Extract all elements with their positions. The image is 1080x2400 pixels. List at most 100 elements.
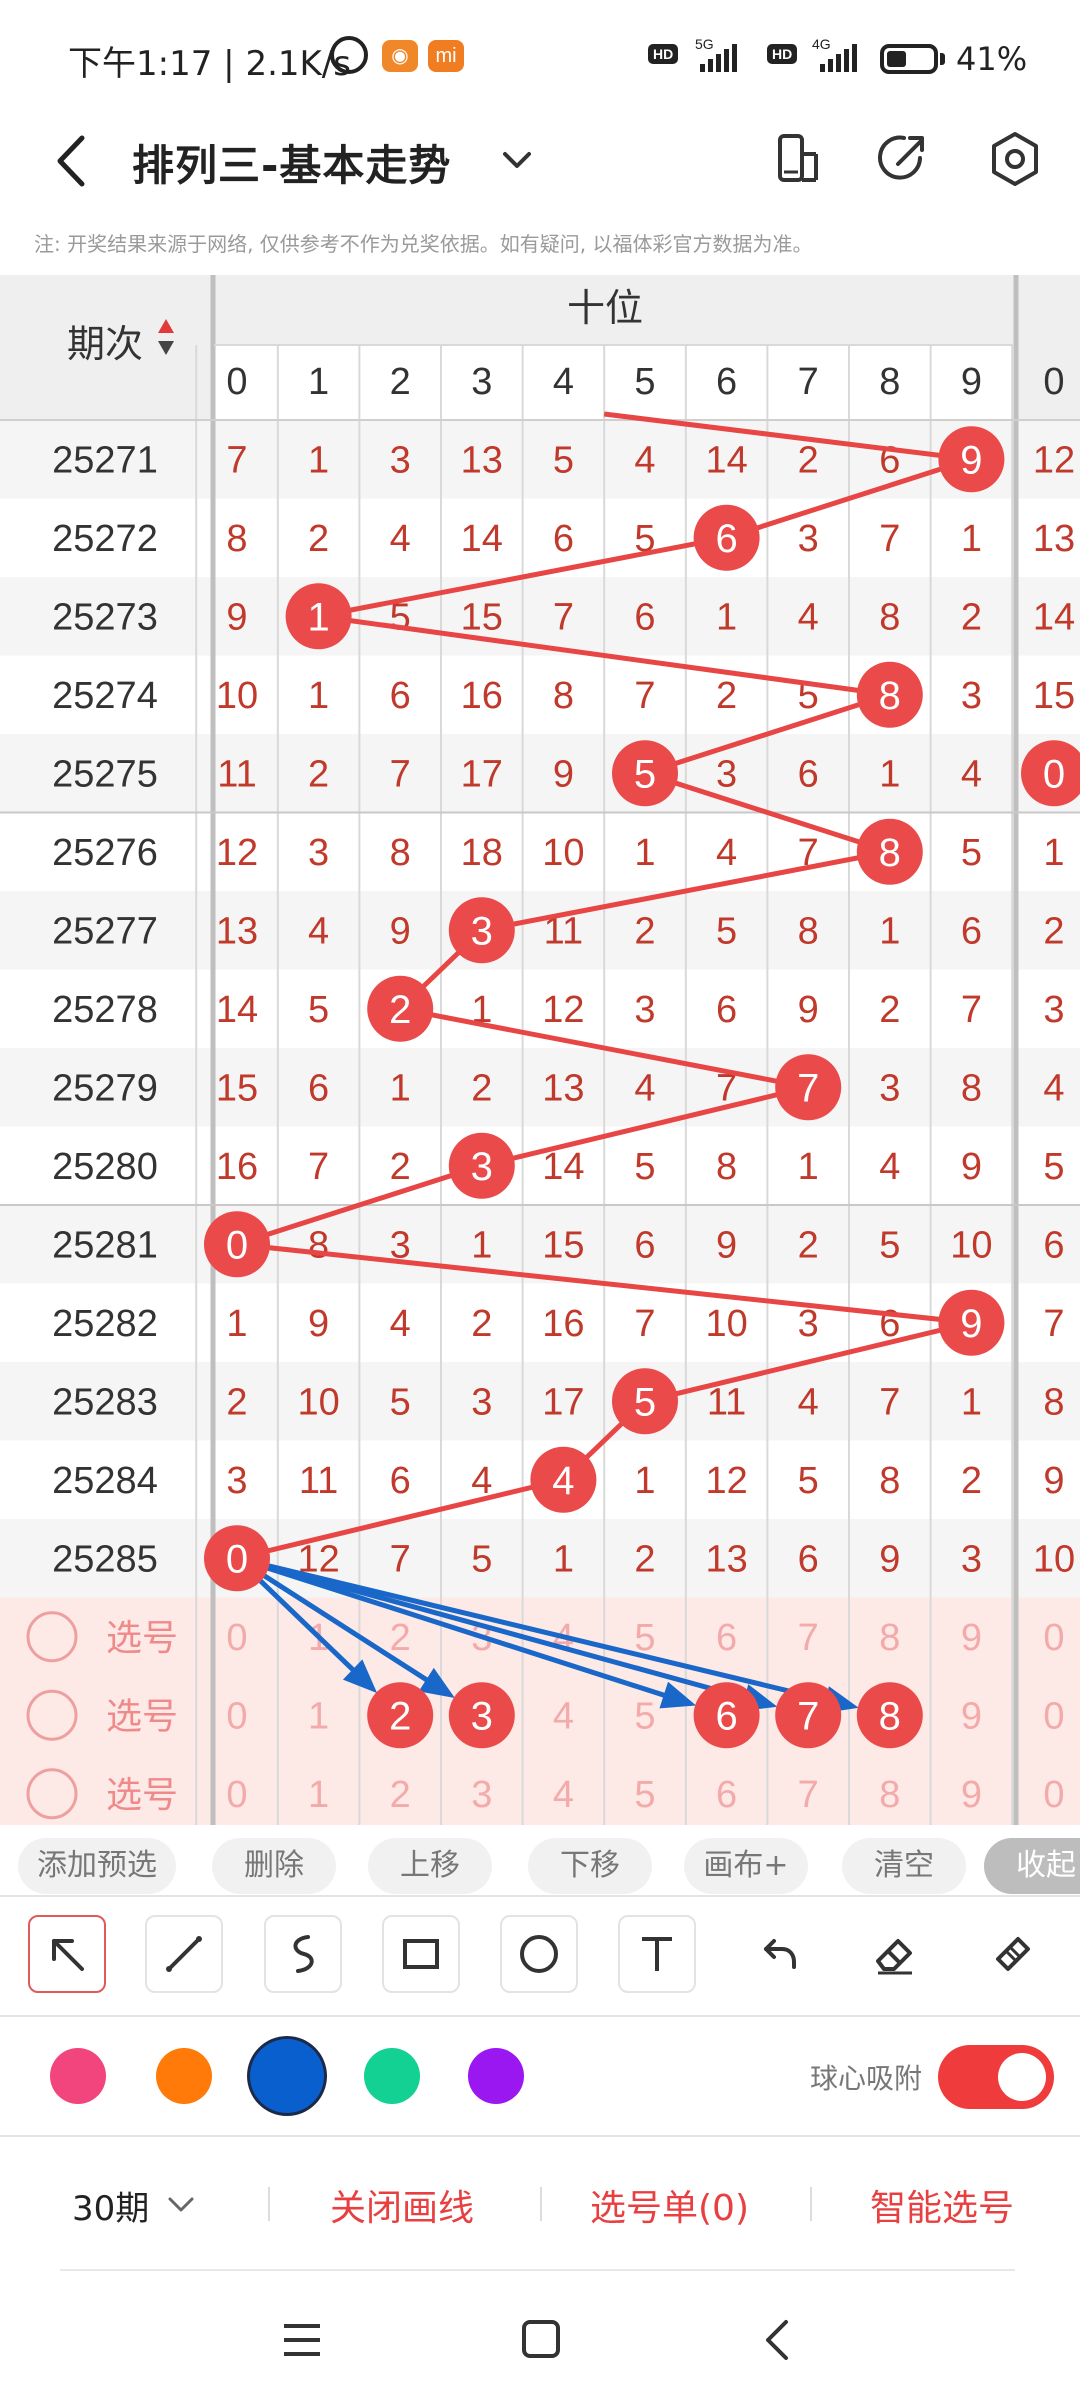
miss-count: 14 <box>461 518 503 560</box>
color-swatch-purple[interactable] <box>468 2048 524 2104</box>
miss-count: 6 <box>634 1224 655 1266</box>
digit-header: 2 <box>390 361 411 403</box>
miss-count: 3 <box>798 1303 819 1345</box>
miss-count: 9 <box>553 753 574 795</box>
pointer-tool-icon[interactable] <box>28 1915 106 1993</box>
miss-count: 8 <box>961 1067 982 1109</box>
pick-cell: 6 <box>716 1617 737 1659</box>
chevron-down-icon[interactable] <box>164 2189 198 2219</box>
close-lines-button[interactable]: 关闭画线 <box>330 2179 474 2231</box>
next-miss-count: 8 <box>1043 1381 1064 1423</box>
settings-icon[interactable] <box>980 124 1050 194</box>
miss-count: 15 <box>216 1067 258 1109</box>
miss-count: 6 <box>634 596 655 638</box>
back-icon[interactable] <box>44 126 104 196</box>
undo-tool-icon[interactable] <box>738 1915 816 1993</box>
miss-count: 16 <box>461 675 503 717</box>
chevron-down-icon[interactable] <box>497 142 537 178</box>
color-swatch-pink[interactable] <box>50 2048 106 2104</box>
canvas-plus-button[interactable]: 画布+ <box>684 1838 808 1894</box>
battery-icon <box>880 44 938 74</box>
miss-count: 4 <box>879 1146 900 1188</box>
next-miss-count: 14 <box>1033 596 1075 638</box>
miss-count: 9 <box>798 989 819 1031</box>
selected-pick-number: 8 <box>879 1694 901 1738</box>
smart-pick-button[interactable]: 智能选号 <box>870 2179 1014 2231</box>
period-cell: 25280 <box>52 1146 158 1188</box>
color-swatch-orange[interactable] <box>156 2048 212 2104</box>
freehand-tool-icon[interactable] <box>264 1915 342 1993</box>
miss-count: 8 <box>390 832 411 874</box>
miss-count: 9 <box>716 1224 737 1266</box>
miss-count: 5 <box>634 1146 655 1188</box>
miss-count: 7 <box>961 989 982 1031</box>
miss-count: 1 <box>390 1067 411 1109</box>
text-tool-icon[interactable] <box>618 1915 696 1993</box>
miss-count: 5 <box>961 832 982 874</box>
miss-count: 5 <box>798 1460 819 1502</box>
selected-pick-number: 2 <box>389 1694 411 1738</box>
share-icon[interactable] <box>868 124 938 194</box>
miss-count: 2 <box>961 1460 982 1502</box>
period-select[interactable]: 30期 <box>72 2181 149 2230</box>
hit-number: 1 <box>307 595 329 639</box>
row-stripe <box>0 420 1080 499</box>
menu-icon[interactable] <box>272 2310 332 2370</box>
pick-list-button[interactable]: 选号单(0) <box>590 2179 749 2231</box>
drawing-toolbar <box>0 1895 1080 2015</box>
color-palette: 球心吸附 <box>0 2015 1080 2135</box>
miss-count: 6 <box>308 1067 329 1109</box>
miss-count: 10 <box>705 1303 747 1345</box>
miss-count: 9 <box>879 1538 900 1580</box>
move-up-button[interactable]: 上移 <box>368 1838 492 1894</box>
miss-count: 5 <box>390 1381 411 1423</box>
miss-count: 12 <box>542 989 584 1031</box>
miss-count: 7 <box>390 1538 411 1580</box>
digit-header: 5 <box>634 361 655 403</box>
period-cell: 25285 <box>52 1538 158 1580</box>
trend-chart-canvas[interactable]: 期次十位0 1 2 3 4 5 6 7 8 9 025271 7 1 3 13 5 4 14 2 6 1225272 8 2… <box>0 275 1080 1825</box>
circle-tool-icon[interactable] <box>500 1915 578 1993</box>
snap-toggle[interactable] <box>938 2045 1054 2109</box>
add-preselect-button[interactable]: 添加预选 <box>18 1838 176 1894</box>
miss-count: 8 <box>308 1224 329 1266</box>
miss-count: 2 <box>716 675 737 717</box>
miss-count: 6 <box>716 989 737 1031</box>
miss-count: 10 <box>950 1224 992 1266</box>
collapse-button[interactable]: 收起 <box>984 1838 1080 1894</box>
miss-count: 6 <box>798 1538 819 1580</box>
layout-icon[interactable] <box>762 124 832 194</box>
disclaimer-notice: 注: 开奖结果来源于网络, 仅供参考不作为兑奖依据。如有疑问, 以福体彩官方数据… <box>34 232 813 256</box>
miss-count: 1 <box>798 1146 819 1188</box>
back-nav-icon[interactable] <box>748 2310 808 2370</box>
row-stripe <box>0 734 1080 813</box>
miss-count: 7 <box>308 1146 329 1188</box>
pick-cell: 6 <box>716 1774 737 1816</box>
trend-chart[interactable]: 期次 十位 0 1 2 3 4 5 6 7 8 9 0 25271 7 1 3 13 5 4 14 2 6 12 25272 8 2… <box>0 275 1080 1825</box>
miss-count: 10 <box>542 832 584 874</box>
rectangle-tool-icon[interactable] <box>382 1915 460 1993</box>
miss-count: 9 <box>308 1303 329 1345</box>
clear-brush-tool-icon[interactable] <box>974 1915 1052 1993</box>
move-down-button[interactable]: 下移 <box>528 1838 652 1894</box>
miss-count: 1 <box>716 596 737 638</box>
color-swatch-blue[interactable] <box>250 2039 324 2113</box>
clear-button[interactable]: 清空 <box>842 1838 966 1894</box>
line-tool-icon[interactable] <box>145 1915 223 1993</box>
miss-count: 9 <box>226 596 247 638</box>
delete-button[interactable]: 删除 <box>212 1838 336 1894</box>
period-cell: 25277 <box>52 910 158 952</box>
miss-count: 13 <box>542 1067 584 1109</box>
pick-cell: 5 <box>634 1695 655 1737</box>
selected-pick-number: 7 <box>797 1694 819 1738</box>
miss-count: 7 <box>553 596 574 638</box>
miss-count: 3 <box>798 518 819 560</box>
miss-count: 8 <box>798 910 819 952</box>
miss-count: 17 <box>542 1381 584 1423</box>
miss-count: 4 <box>390 1303 411 1345</box>
color-swatch-green[interactable] <box>364 2048 420 2104</box>
miss-count: 6 <box>879 439 900 481</box>
signal-icon-2 <box>820 44 857 72</box>
eraser-tool-icon[interactable] <box>856 1915 934 1993</box>
home-icon[interactable] <box>510 2310 570 2370</box>
